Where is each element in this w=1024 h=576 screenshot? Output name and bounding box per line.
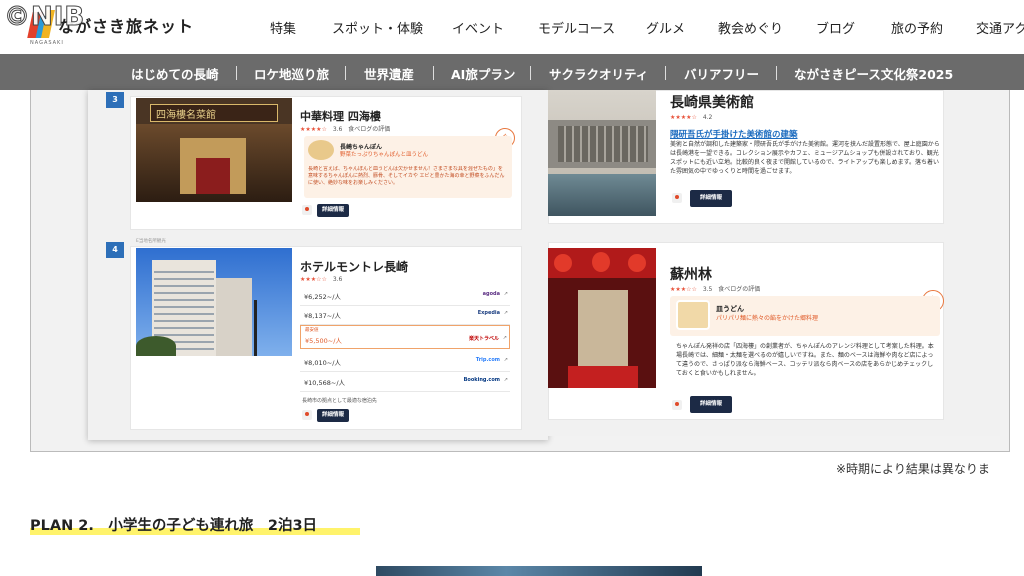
booking-site-logo: Trip.com <box>475 357 500 363</box>
external-link-icon: ↗ <box>503 310 508 316</box>
plan-title: PLAN 2. 小学生の子ども連れ旅 2泊3日 <box>30 518 318 534</box>
item-number-badge: 4 <box>106 242 124 258</box>
dish-subtitle: パリパリ麺に熱々の餡をかけた郷料理 <box>716 315 819 322</box>
hotel-footer-note: 長崎市の拠点として最適な宿泊先 <box>302 398 377 404</box>
external-link-icon: ↗ <box>502 335 507 341</box>
spot-description: 美術と自然が調和した建築家・隈研吾氏が手がけた美術館。運河を挟んだ設置形態で、屋… <box>670 141 940 175</box>
nav-item-access[interactable]: 交通アク <box>976 18 1024 37</box>
results-disclaimer: ※時期により結果は異なりま <box>836 462 990 476</box>
rating: ★★★☆☆ 3.6 <box>300 276 343 283</box>
nav-item-churches[interactable]: 教会めぐり <box>718 18 783 37</box>
lowest-price-tag: 最安値 <box>305 328 319 333</box>
nav-item-feature[interactable]: 特集 <box>270 18 296 37</box>
subnav-first-time[interactable]: はじめての長崎 <box>131 64 219 83</box>
spot-title[interactable]: 中華料理 四海樓 <box>300 108 381 124</box>
plan-photo <box>376 566 702 576</box>
nav-item-booking[interactable]: 旅の予約 <box>891 18 943 37</box>
site-header: ながさき旅ネット NAGASAKI ©NIB 特集 スポット・体験 イベント モ… <box>0 0 1024 54</box>
rating: ★★★★☆ 4.2 <box>670 114 713 121</box>
rating: ★★★★☆ 3.6 食べログの評価 <box>300 126 391 133</box>
booking-site-logo: 楽天トラベル <box>468 336 499 342</box>
subnav-barrier-free[interactable]: バリアフリー <box>684 64 759 83</box>
rating: ★★★☆☆ 3.5 食べログの評価 <box>670 286 761 293</box>
price-row-lowest[interactable]: 最安値 ¥5,500~/人 楽天トラベル ↗ <box>300 325 510 349</box>
price-row[interactable]: ¥6,252~/人 agoda ↗ <box>300 286 510 306</box>
card-caption: E当地名所観光 <box>136 239 166 244</box>
spot-title[interactable]: 長崎県美術館 <box>670 92 754 112</box>
logo-subtext: NAGASAKI <box>30 40 64 46</box>
detail-button[interactable]: 詳細情報 <box>690 190 732 207</box>
price-row[interactable]: ¥8,010~/人 Trip.com ↗ <box>300 352 510 372</box>
nav-item-model-course[interactable]: モデルコース <box>538 18 615 37</box>
nav-item-blog[interactable]: ブログ <box>816 18 855 37</box>
dish-subtitle: 野菜たっぷりちゃんぽんと皿うどん <box>340 152 429 158</box>
spot-description: ちゃんぽん発祥の店「四海樓」の創業者が、ちゃんぽんのアレンジ料理として考案した料… <box>676 343 934 377</box>
hotel-title[interactable]: ホテルモントレ長崎 <box>300 258 408 275</box>
nav-item-spots[interactable]: スポット・体験 <box>332 18 423 37</box>
spot-title[interactable]: 蘇州林 <box>670 264 712 284</box>
subnav-world-heritage[interactable]: 世界遺産 <box>364 64 414 83</box>
booking-site-logo: Booking.com <box>463 377 500 383</box>
main-nav: 特集 スポット・体験 イベント モデルコース グルメ 教会めぐり ブログ 旅の予… <box>0 18 1024 38</box>
booking-site-logo: Expedia <box>477 310 500 316</box>
price-row[interactable]: ¥8,137~/人 Expedia ↗ <box>300 305 510 325</box>
dish-note: 長崎ちゃんぽん 野菜たっぷりちゃんぽんと皿うどん 長崎と言えば、ちゃんぽんと皿う… <box>304 136 512 198</box>
map-pin-icon[interactable] <box>302 410 312 420</box>
dish-photo <box>676 300 710 330</box>
booking-site-logo: agoda <box>482 291 500 297</box>
map-pin-icon[interactable] <box>302 205 312 215</box>
external-link-icon: ↗ <box>503 377 508 383</box>
subnav-sakura-quality[interactable]: サクラクオリティ <box>549 64 648 83</box>
museum-photo <box>548 90 656 216</box>
subnav-ai-plan[interactable]: AI旅プラン <box>451 64 515 83</box>
detail-button[interactable]: 詳細情報 <box>690 396 732 413</box>
spot-headline[interactable]: 隈研吾氏が手掛けた美術館の建築 <box>670 128 798 140</box>
dish-description: 長崎と言えば、ちゃんぽんと皿うどんは欠かせません！さまざまな具を混ぜたもの」を意… <box>308 166 505 186</box>
subnav-location-tour[interactable]: ロケ地巡り旅 <box>254 64 329 83</box>
restaurant-photo <box>548 248 656 388</box>
restaurant-sign: 四海樓名菜館 <box>156 110 216 121</box>
map-pin-icon[interactable] <box>672 193 682 203</box>
restaurant-photo: 四海樓名菜館 <box>136 98 292 202</box>
nav-item-events[interactable]: イベント <box>452 18 504 37</box>
external-link-icon: ↗ <box>503 357 508 363</box>
detail-button[interactable]: 詳細情報 <box>317 409 349 422</box>
subnav-peace-festival[interactable]: ながさきピース文化祭2025 <box>794 64 953 83</box>
item-number-badge: 3 <box>106 92 124 108</box>
map-pin-icon[interactable] <box>672 400 682 410</box>
detail-button[interactable]: 詳細情報 <box>317 204 349 217</box>
external-link-icon: ↗ <box>503 291 508 297</box>
dish-photo <box>308 140 334 160</box>
hotel-photo <box>136 248 292 356</box>
sub-nav: はじめての長崎 ロケ地巡り旅 世界遺産 AI旅プラン サクラクオリティ バリアフ… <box>0 54 1024 90</box>
price-row[interactable]: ¥10,568~/人 Booking.com ↗ <box>300 372 510 392</box>
nav-item-gourmet[interactable]: グルメ <box>646 18 685 37</box>
dish-note: 皿うどん パリパリ麺に熱々の餡をかけた郷料理 <box>670 296 940 336</box>
